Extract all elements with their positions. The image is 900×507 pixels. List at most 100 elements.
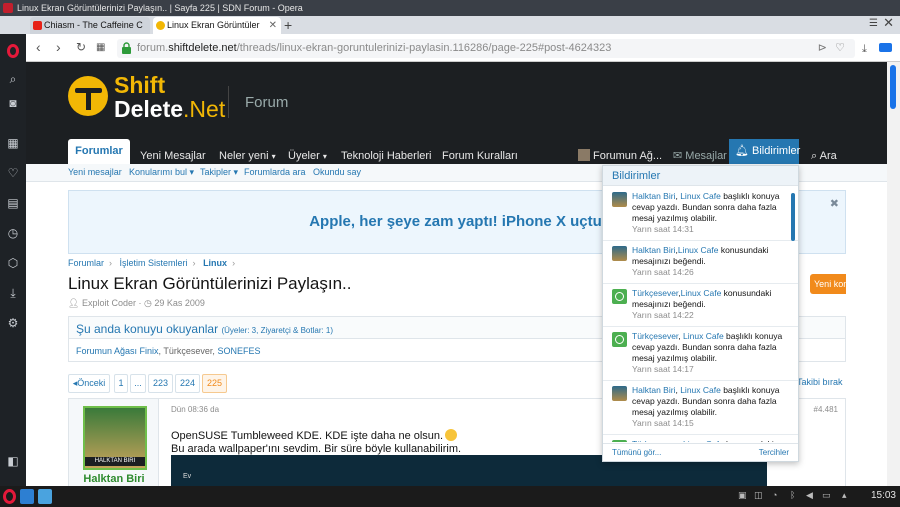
bookmark-heart-icon[interactable]: ♡ — [835, 39, 845, 58]
post-number[interactable]: #4.481 — [814, 405, 838, 414]
notification-user[interactable]: Türkçesever — [632, 439, 678, 442]
terminal-taskbar-icon[interactable] — [38, 489, 52, 504]
window-close-icon[interactable]: ✕ — [883, 15, 894, 31]
viewer-name[interactable]: Forumun Ağası Finix — [76, 346, 159, 356]
sidebar-toggle-icon[interactable]: ◧ — [6, 454, 20, 468]
tab-menu-icon[interactable]: ☰ — [869, 18, 878, 29]
files-taskbar-icon[interactable] — [20, 489, 34, 504]
avatar[interactable] — [612, 386, 627, 401]
notification-thread[interactable]: Linux Cafe — [683, 331, 724, 341]
notification-user[interactable]: Halktan Biri — [632, 191, 675, 201]
viewer-name[interactable]: Türkçesever — [163, 346, 212, 356]
scrollbar-thumb[interactable] — [890, 65, 896, 109]
viewers-title[interactable]: Şu anda konuyu okuyanlar — [76, 322, 218, 336]
notification-item[interactable]: Halktan Biri, Linux Cafe başlıklı konuya… — [603, 381, 798, 435]
search-icon[interactable]: ⌕ — [6, 72, 20, 86]
nav-forumlar[interactable]: Forumlar — [68, 139, 130, 164]
prev-page-button[interactable]: ◂Önceki — [68, 374, 110, 393]
news-icon[interactable]: ▤ — [6, 196, 20, 210]
battery-tray-icon[interactable]: ▭ — [822, 490, 831, 501]
avatar[interactable] — [612, 246, 627, 261]
updates-icon[interactable]: ▴ — [842, 490, 847, 501]
nav-uyeler[interactable]: Üyeler ▾ — [288, 148, 327, 164]
subnav-takipler[interactable]: Takipler ▾ — [200, 167, 238, 178]
notification-user[interactable]: Türkçesever — [632, 288, 678, 298]
back-icon[interactable]: ‹ — [36, 38, 41, 56]
unwatch-link[interactable]: Takibi bırak — [797, 377, 843, 387]
page-button[interactable]: 223 — [148, 374, 173, 393]
forward-icon[interactable]: › — [56, 38, 61, 56]
nav-user[interactable]: Forumun Ağ... — [578, 148, 662, 164]
notification-item[interactable]: Türkçesever, Linux Cafe konusundaki — [603, 435, 798, 442]
notification-user[interactable]: Türkçesever — [632, 331, 678, 341]
shiftdelete-logo-icon[interactable] — [68, 76, 108, 116]
page-button[interactable]: 224 — [175, 374, 200, 393]
viewer-name[interactable]: SONEFES — [217, 346, 260, 356]
new-tab-button[interactable]: + — [284, 16, 292, 34]
notification-user[interactable]: Halktan Biri — [632, 385, 675, 395]
speed-dial-icon[interactable]: ▦ — [6, 136, 20, 150]
nav-neler-yeni[interactable]: Neler yeni ▾ — [219, 148, 276, 164]
battery-icon[interactable] — [879, 43, 892, 52]
preferences-link[interactable]: Tercihler — [759, 444, 789, 462]
notification-thread[interactable]: Linux Cafe — [678, 245, 719, 255]
download-icon[interactable]: ⤓ — [862, 40, 867, 58]
subnav-okundu-say[interactable]: Okundu say — [313, 167, 361, 177]
clipboard-icon[interactable]: ▣ — [738, 490, 747, 501]
notification-user[interactable]: Halktan Biri — [632, 245, 675, 255]
breadcrumb-linux[interactable]: Linux — [203, 258, 227, 268]
avatar[interactable]: HALKTAN BIRI — [83, 406, 147, 470]
new-thread-button[interactable]: Yeni konu aç — [810, 274, 846, 294]
reload-icon[interactable]: ↻ — [76, 38, 86, 56]
close-icon[interactable]: ✖ — [830, 197, 839, 210]
settings-icon[interactable]: ⚙ — [6, 316, 20, 330]
nav-ara[interactable]: ⌕ Ara — [811, 148, 837, 164]
opera-menu-icon[interactable] — [7, 44, 19, 58]
show-all-link[interactable]: Tümünü gör... — [612, 444, 661, 462]
nav-yeni-mesajlar[interactable]: Yeni Mesajlar — [140, 148, 206, 164]
notification-item[interactable]: Türkçesever, Linux Cafe başlıklı konuya … — [603, 327, 798, 381]
page-button[interactable]: 1 — [114, 374, 128, 393]
clock[interactable]: 15:03 — [871, 490, 896, 501]
avatar[interactable] — [612, 289, 627, 304]
page-ellipsis[interactable]: ... — [130, 374, 146, 393]
opera-taskbar-icon[interactable] — [3, 489, 16, 504]
notifications-scrollbar[interactable] — [791, 193, 795, 241]
subnav-yeni-mesajlar[interactable]: Yeni mesajlar — [68, 167, 122, 177]
notification-thread[interactable]: Linux Cafe — [681, 288, 722, 298]
snap-icon[interactable]: ⊳ — [818, 39, 827, 58]
nav-mesajlar[interactable]: ✉ Mesajlar — [673, 148, 727, 164]
tab-chiasm[interactable]: Chiasm - The Caffeine C — [30, 17, 150, 34]
tab-linux-ekran[interactable]: Linux Ekran Görüntüler ✕ — [153, 17, 281, 34]
camera-icon[interactable]: ◙ — [6, 96, 20, 110]
breadcrumb-isletim-sistemleri[interactable]: İşletim Sistemleri — [120, 258, 188, 268]
close-tab-icon[interactable]: ✕ — [265, 17, 277, 34]
network-icon[interactable]: ◔ — [772, 490, 777, 500]
notification-thread[interactable]: Linux Cafe — [683, 439, 724, 442]
avatar[interactable] — [612, 332, 627, 347]
url-field[interactable]: forum.shiftdelete.net/threads/linux-ekra… — [117, 39, 855, 58]
nav-teknoloji[interactable]: Teknoloji Haberleri — [341, 148, 432, 164]
downloads-icon[interactable]: ⤓ — [6, 286, 20, 300]
subnav-konularimi-bul[interactable]: Konularımı bul ▾ — [129, 167, 194, 178]
notification-item[interactable]: Türkçesever,Linux Cafe konusundaki mesaj… — [603, 284, 798, 327]
avatar[interactable] — [612, 192, 627, 207]
notification-thread[interactable]: Linux Cafe — [680, 191, 721, 201]
package-icon[interactable]: ◫ — [754, 490, 763, 501]
bluetooth-icon[interactable]: ᛒ — [790, 490, 795, 500]
heart-icon[interactable]: ♡ — [6, 166, 20, 180]
current-page[interactable]: 225 — [202, 374, 227, 393]
subnav-forumlarda-ara[interactable]: Forumlarda ara — [244, 167, 306, 177]
nav-bildirimler[interactable]: 🔔︎ Bildirimler — [729, 139, 800, 164]
thread-author[interactable]: Exploit Coder — [82, 298, 136, 308]
notification-item[interactable]: Halktan Biri, Linux Cafe başlıklı konuya… — [603, 187, 798, 241]
history-icon[interactable]: ◷ — [6, 226, 20, 240]
post-username[interactable]: Halktan Biri — [69, 473, 159, 485]
page-scrollbar[interactable] — [887, 62, 900, 486]
extensions-icon[interactable]: ⬡ — [6, 256, 20, 270]
breadcrumb-forumlar[interactable]: Forumlar — [68, 258, 104, 268]
notification-thread[interactable]: Linux Cafe — [680, 385, 721, 395]
post-date[interactable]: Dün 08:36 da — [171, 405, 219, 414]
volume-icon[interactable]: ◀︎ — [806, 490, 813, 501]
avatar[interactable] — [612, 440, 627, 442]
